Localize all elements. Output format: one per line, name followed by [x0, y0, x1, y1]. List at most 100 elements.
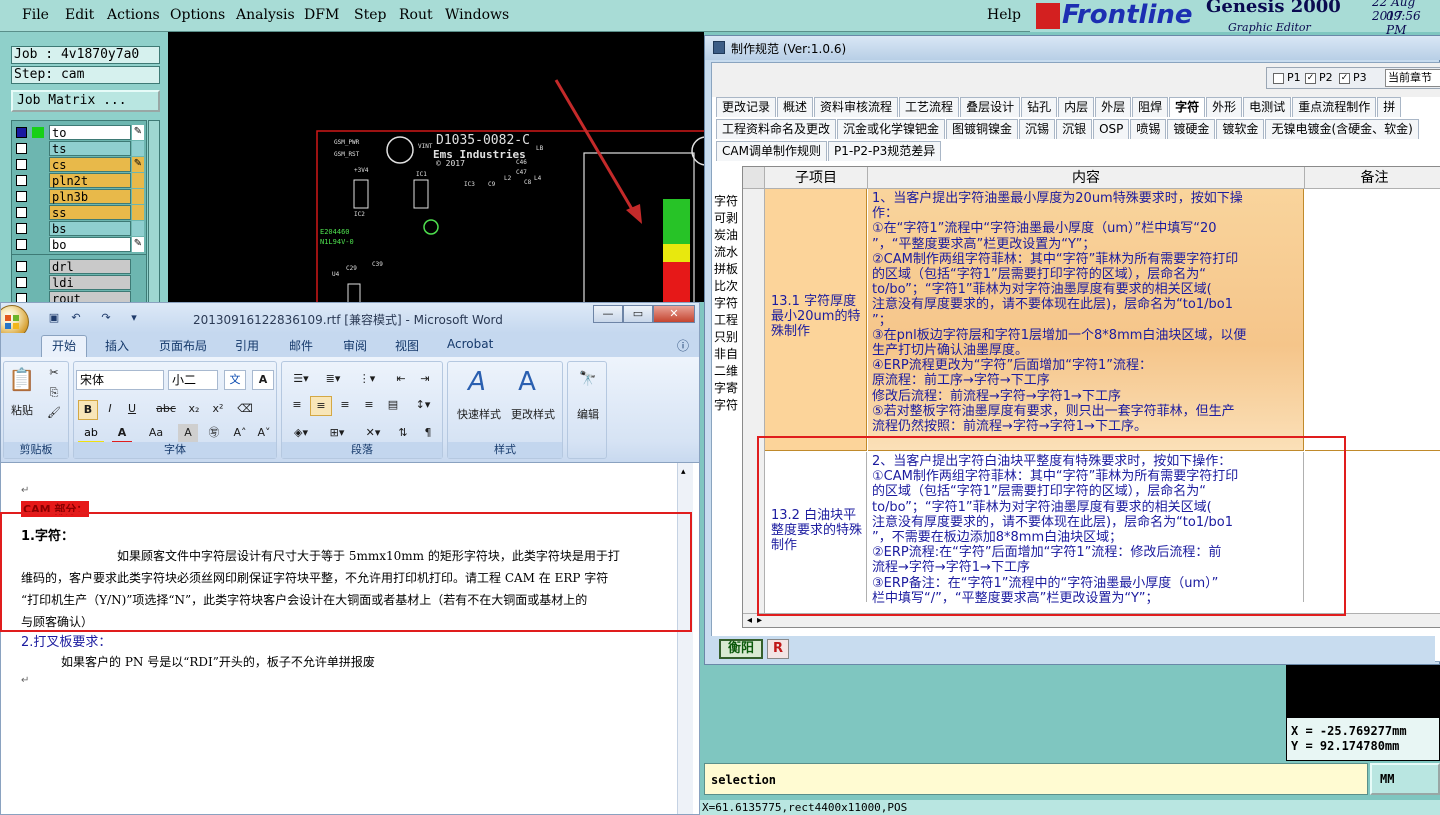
row1-content[interactable]: 1、当客户提出字符油墨最小厚度为20um特殊要求时，按如下操 作： ①在“字符1… [868, 189, 1304, 451]
layer-row[interactable]: ts [16, 141, 144, 156]
maximize-button[interactable]: ▭ [623, 305, 653, 323]
section-item[interactable]: 字寄 [714, 380, 738, 397]
section-item[interactable]: 拼板 [714, 261, 738, 278]
header-content[interactable]: 内容 [868, 167, 1305, 189]
tab-overview[interactable]: 概述 [777, 97, 814, 117]
tab-references[interactable]: 引用 [235, 337, 259, 354]
qat-dropdown-icon[interactable]: ▾ [127, 311, 141, 325]
sort-icon[interactable]: ⇅ [392, 424, 414, 444]
layer-checkbox[interactable] [16, 239, 27, 250]
tab-hasl[interactable]: 喷锡 [1130, 119, 1167, 139]
menu-actions[interactable]: Actions [107, 7, 160, 23]
layer-checkbox[interactable] [16, 127, 27, 138]
chapter-select[interactable]: 当前章节 [1385, 69, 1440, 87]
menu-file[interactable]: File [22, 7, 49, 23]
tab-solder-mask[interactable]: 阻焊 [1132, 97, 1169, 117]
table-corner[interactable] [743, 167, 765, 189]
layer-name[interactable]: pln3b [49, 189, 131, 204]
layer-checkbox[interactable] [16, 191, 27, 202]
scroll-up-icon[interactable]: ▴ [681, 467, 686, 477]
tab-silkscreen[interactable]: 字符 [1169, 97, 1206, 117]
minimize-button[interactable]: — [593, 305, 623, 323]
tab-cam-rules[interactable]: CAM调单制作规则 [716, 141, 827, 161]
tab-hard-gold[interactable]: 镀硬金 [1167, 119, 1216, 139]
asian-layout-icon[interactable]: ✕▾ [358, 424, 388, 444]
layer-row[interactable]: pln3b [16, 189, 144, 204]
layer-name[interactable]: bs [49, 221, 131, 236]
layer-scrollbar[interactable] [148, 120, 160, 314]
tab-change-log[interactable]: 更改记录 [716, 97, 777, 117]
enclose-char-icon[interactable]: ㊢ [204, 424, 224, 444]
section-item[interactable]: 流水 [714, 244, 738, 261]
underline-icon[interactable]: U [122, 400, 142, 420]
borders-icon[interactable]: ⊞▾ [322, 424, 352, 444]
menu-edit[interactable]: Edit [65, 7, 94, 23]
header-note[interactable]: 备注 [1305, 167, 1440, 189]
copy-icon[interactable]: ⎘ [46, 384, 62, 404]
layer-name[interactable]: bo [49, 237, 131, 252]
row1-subitem[interactable]: 13.1 字符厚度最小20um的特殊制作 [765, 189, 867, 451]
section-item[interactable]: 字符 [714, 295, 738, 312]
selection-field[interactable]: selection [704, 763, 1368, 795]
menu-dfm[interactable]: DFM [304, 7, 339, 23]
header-subitem[interactable]: 子项目 [765, 167, 868, 189]
section-item[interactable]: 炭油 [714, 227, 738, 244]
layer-name[interactable]: ts [49, 141, 131, 156]
tab-panel[interactable]: 拼 [1377, 97, 1402, 117]
unit-selector[interactable]: MM [1370, 763, 1440, 795]
section-item[interactable]: 比次 [714, 278, 738, 295]
scroll-right-icon[interactable]: ▸ [757, 615, 762, 626]
p3-checkbox[interactable]: ✓ [1339, 73, 1350, 84]
tab-nickel-free-gold[interactable]: 无镍电镀金(含硬金、软金) [1265, 119, 1419, 139]
tab-naming[interactable]: 工程资料命名及更改 [716, 119, 837, 139]
tab-p-diff[interactable]: P1-P2-P3规范差异 [827, 141, 942, 161]
layer-row[interactable]: bs [16, 221, 144, 236]
tab-view[interactable]: 视图 [395, 337, 419, 354]
section-item[interactable]: 非自 [714, 346, 738, 363]
find-icon[interactable]: 🔭 [576, 368, 600, 392]
menu-help[interactable]: Help [987, 7, 1021, 23]
section-item[interactable]: 二维 [714, 363, 738, 380]
tab-mailings[interactable]: 邮件 [289, 337, 313, 354]
grow-font-icon[interactable]: A˄ [230, 424, 250, 444]
highlight-icon[interactable]: ab [78, 424, 104, 444]
layer-row[interactable]: pln2t [16, 173, 144, 188]
font-color-icon[interactable]: A [112, 424, 132, 444]
editing-label[interactable]: 编辑 [570, 406, 606, 426]
tab-osp[interactable]: OSP [1093, 119, 1130, 139]
phonetic-icon[interactable]: 文 [224, 370, 246, 390]
layer-name[interactable]: to [49, 125, 131, 140]
p2-checkbox[interactable]: ✓ [1305, 73, 1316, 84]
layer-name[interactable]: drl [49, 259, 131, 274]
cut-icon[interactable]: ✂ [46, 364, 62, 384]
tab-stackup[interactable]: 叠层设计 [960, 97, 1021, 117]
tab-insert[interactable]: 插入 [105, 337, 129, 354]
section-item[interactable]: 字符 [714, 397, 738, 414]
layer-row[interactable]: cs ✎ [16, 157, 144, 172]
menu-analysis[interactable]: Analysis [236, 7, 295, 23]
align-center-icon[interactable]: ≡ [310, 396, 332, 416]
tab-immersion-tin[interactable]: 沉锡 [1019, 119, 1056, 139]
tab-review[interactable]: 审阅 [343, 337, 367, 354]
char-border-icon[interactable]: A [252, 370, 274, 390]
bold-icon[interactable]: B [78, 400, 98, 420]
layer-checkbox[interactable] [16, 175, 27, 186]
tab-soft-gold[interactable]: 镀软金 [1216, 119, 1265, 139]
layer-checkbox[interactable] [16, 207, 27, 218]
tab-key-process[interactable]: 重点流程制作 [1292, 97, 1377, 117]
show-marks-icon[interactable]: ¶ [418, 424, 438, 444]
save-icon[interactable]: ▣ [47, 311, 61, 325]
justify-icon[interactable]: ≡ [358, 396, 380, 416]
job-matrix-button[interactable]: Job Matrix ... [11, 90, 160, 112]
paste-icon[interactable]: 📋 [8, 368, 36, 396]
layer-row[interactable]: bo ✎ [16, 237, 144, 252]
char-shading-icon[interactable]: A [178, 424, 198, 444]
subscript-icon[interactable]: x₂ [184, 400, 204, 420]
section-item[interactable]: 只别 [714, 329, 738, 346]
spec-titlebar[interactable]: 制作规范 (Ver:1.0.6) [705, 36, 1440, 60]
tab-outline[interactable]: 外形 [1206, 97, 1243, 117]
tab-enig[interactable]: 沉金或化学镍钯金 [837, 119, 946, 139]
multilevel-list-icon[interactable]: ⋮▾ [352, 370, 382, 390]
menu-step[interactable]: Step [354, 7, 386, 23]
strikethrough-icon[interactable]: abc [152, 400, 180, 420]
